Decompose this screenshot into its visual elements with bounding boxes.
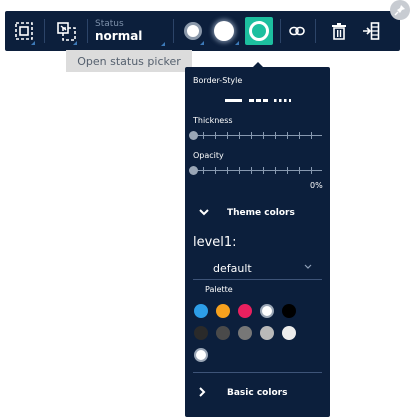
insert-right-button[interactable] — [359, 11, 383, 51]
basic-colors-toggle[interactable]: Basic colors — [185, 383, 330, 403]
chevron-down-icon — [304, 262, 312, 272]
fill-color-button[interactable] — [184, 22, 202, 40]
opacity-slider[interactable] — [189, 166, 322, 176]
group-select-button[interactable] — [52, 11, 80, 51]
toolbar: Status normal — [5, 11, 400, 51]
palette-swatch-white-2[interactable] — [194, 348, 208, 362]
delete-button[interactable] — [328, 11, 350, 51]
divider — [193, 372, 322, 373]
border-style-label: Border-Style — [193, 76, 243, 85]
palette-swatch-blue[interactable] — [194, 304, 208, 318]
border-solid-option[interactable] — [225, 99, 242, 102]
palette-swatch-darkgray-2[interactable] — [216, 326, 230, 340]
insert-right-icon — [362, 22, 380, 40]
basic-colors-label: Basic colors — [227, 388, 288, 398]
status-color-button[interactable] — [245, 17, 273, 45]
border-dotted-option[interactable] — [274, 99, 291, 102]
level-select[interactable]: default — [193, 259, 322, 280]
opacity-slider-knob[interactable] — [189, 166, 198, 175]
thickness-slider[interactable] — [189, 131, 322, 141]
status-circle-icon — [249, 21, 269, 41]
delete-icon — [332, 22, 346, 40]
thickness-label: Thickness — [193, 116, 233, 125]
theme-colors-label: Theme colors — [227, 208, 295, 218]
palette-swatch-offwhite[interactable] — [282, 326, 296, 340]
status-label: Status — [95, 19, 124, 29]
level-label: level1: — [193, 235, 237, 250]
status-picker[interactable]: Status normal — [95, 19, 169, 46]
group-select-icon — [56, 21, 76, 41]
thickness-slider-knob[interactable] — [189, 131, 198, 140]
palette-swatch-lightgray[interactable] — [260, 326, 274, 340]
pin-button[interactable] — [390, 0, 410, 20]
opacity-value: 0% — [310, 181, 323, 190]
palette-label: Palette — [205, 285, 233, 294]
opacity-label: Opacity — [193, 151, 224, 160]
palette-swatch-darkgray-1[interactable] — [194, 326, 208, 340]
link-icon — [289, 26, 305, 36]
palette-swatch-white[interactable] — [260, 304, 274, 318]
tooltip: Open status picker — [66, 50, 192, 72]
palette-swatch-orange[interactable] — [216, 304, 230, 318]
tooltip-text: Open status picker — [77, 54, 181, 68]
stroke-color-button[interactable] — [214, 21, 234, 41]
theme-colors-toggle[interactable]: Theme colors — [185, 203, 330, 223]
chevron-right-icon — [199, 386, 213, 400]
pin-icon — [394, 1, 406, 20]
link-button[interactable] — [286, 11, 308, 51]
select-frame-icon — [15, 22, 33, 40]
palette-swatch-gray[interactable] — [238, 326, 252, 340]
chevron-down-icon — [199, 208, 213, 219]
border-dashed-option[interactable] — [249, 99, 268, 102]
level-select-value: default — [213, 262, 252, 275]
palette-swatch-pink[interactable] — [238, 304, 252, 318]
status-value: normal — [95, 29, 143, 43]
palette-swatch-black[interactable] — [282, 304, 296, 318]
select-frame-button[interactable] — [11, 11, 37, 51]
